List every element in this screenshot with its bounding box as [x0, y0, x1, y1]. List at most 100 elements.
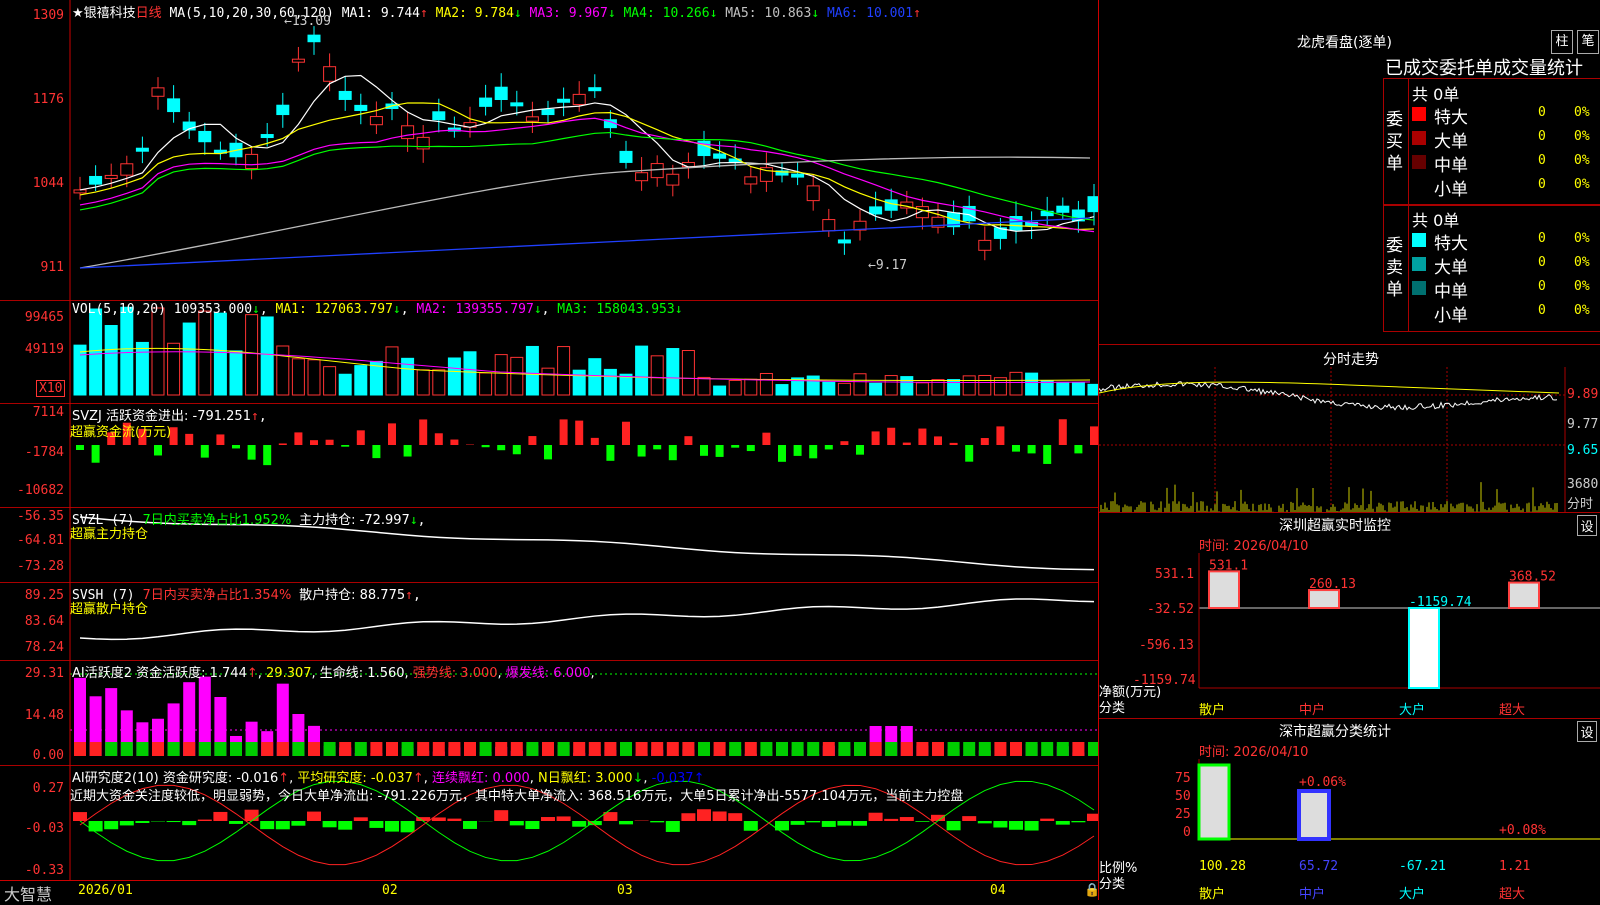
research-bar [182, 821, 196, 825]
ai-research-pane[interactable]: AI研究度2(10) 资金研究度: -0.016↑, 平均研究度: -0.037… [0, 765, 1098, 880]
kline-header: ★银禧科技日线 MA(5,10,20,30,60,120) MA1: 9.744… [72, 2, 921, 21]
research-bar [541, 817, 555, 821]
flow-bar [388, 423, 396, 445]
volume-bar [885, 376, 897, 395]
y-label: 1044 [0, 176, 64, 191]
candle [511, 103, 523, 106]
candle [745, 177, 757, 184]
fenshi-panel[interactable]: 分时走势 9.89 9.77 9.65 3680 分时 [1099, 344, 1600, 513]
flow-bar [606, 445, 614, 461]
order-type: 小单 [1434, 301, 1468, 326]
flow-bar [1059, 419, 1067, 445]
flow-bar [76, 445, 84, 450]
flow-bar [497, 445, 505, 450]
research-bar [915, 821, 929, 822]
volume-bar [417, 370, 429, 395]
research-bar [822, 821, 836, 827]
order-pct: 0% [1574, 303, 1590, 318]
flow-bar [1074, 445, 1082, 453]
flow-bar [716, 445, 724, 457]
activity-bar [573, 742, 585, 756]
activity-bar [448, 742, 460, 756]
research-bar [229, 821, 243, 824]
cat-label: 散户 [1199, 883, 1225, 902]
y-label: -596.13 [1139, 638, 1194, 653]
flow-bar [825, 445, 833, 449]
research-bar [494, 810, 508, 821]
tick-mode-button[interactable]: 笔 [1577, 30, 1599, 54]
research-bar [619, 821, 633, 824]
bar-value: 260.13 [1309, 577, 1356, 592]
flow-bar [216, 434, 224, 445]
volume-bar [230, 351, 242, 395]
order-count: 0 [1538, 279, 1546, 294]
flow-bar [1090, 426, 1098, 445]
activity-bar [542, 742, 554, 756]
activity-bar [916, 742, 928, 756]
activity-bar [1057, 742, 1069, 756]
research-bar [323, 821, 337, 827]
volume-bar [1010, 372, 1022, 395]
candle [324, 67, 336, 82]
ai-activity-pane[interactable]: AI活跃度2 资金活跃度: 1.744↑, 29.307, 生命线: 1.560… [0, 660, 1098, 766]
svzj-subtitle: 超赢资金流(万元) [70, 421, 171, 440]
activity-bar [136, 742, 148, 756]
order-type: 大单 [1434, 127, 1468, 152]
sz-monitor[interactable]: 深圳超赢实时监控 设 时间: 2026/04/10 531.1260.13-11… [1099, 512, 1600, 719]
research-bar [837, 821, 851, 826]
activity-bar [480, 742, 492, 756]
volume-bar [604, 369, 616, 395]
flow-bar [357, 430, 365, 445]
volume-bar [199, 311, 211, 395]
activity-bar [74, 742, 86, 756]
activity-bar [558, 742, 570, 756]
activity-bar [261, 742, 273, 756]
research-bar [245, 810, 259, 821]
research-bar [385, 821, 399, 832]
high-mark: ←13.09 [284, 14, 331, 29]
low-mark: ←9.17 [868, 258, 907, 273]
axis-label: 分类 [1099, 873, 1125, 892]
vol-unit[interactable]: X10 [36, 380, 65, 397]
svzj-pane[interactable]: SVZJ 活跃资金进出: -791.251↑, 超赢资金流(万元) 7114 -… [0, 403, 1098, 508]
research-bar [104, 821, 118, 829]
legend-swatch [1412, 107, 1426, 121]
y-label: 9.65 [1567, 443, 1598, 458]
volume-bar [74, 345, 86, 395]
volume-bar [292, 359, 304, 395]
sm-stats[interactable]: 深市超赢分类统计 设 时间: 2026/04/10 75 50 25 0 +0.… [1099, 718, 1600, 901]
candle [74, 190, 86, 193]
ai-activity-header: AI活跃度2 资金活跃度: 1.744↑, 29.307, 生命线: 1.560… [72, 662, 595, 681]
y-label: -10682 [0, 483, 64, 498]
candle [402, 126, 414, 139]
research-bar [354, 817, 368, 821]
chart-area[interactable]: ★银禧科技日线 MA(5,10,20,30,60,120) MA1: 9.744… [0, 0, 1099, 900]
lock-icon[interactable]: 🔒 [1084, 883, 1100, 898]
research-bar [978, 821, 992, 823]
flow-bar [310, 440, 318, 445]
ai-research-header: AI研究度2(10) 资金研究度: -0.016↑, 平均研究度: -0.037… [72, 767, 704, 786]
svsh-pane[interactable]: SVSH (7) 7日内买卖净占比1.354% 散户持仓: 88.775↑, 超… [0, 582, 1098, 661]
activity-bar [651, 742, 663, 756]
volume-bar [324, 367, 336, 395]
volume-pane[interactable]: VOL(5,10,20) 109353.000↓, MA1: 127063.79… [0, 300, 1098, 404]
y-label: 911 [0, 260, 64, 275]
activity-bar [214, 742, 226, 756]
order-type: 特大 [1434, 103, 1468, 128]
intraday-chart[interactable] [1099, 345, 1600, 513]
svzl-pane[interactable]: SVZL (7) 7日内买卖净占比1.952% 主力持仓: -72.997↓, … [0, 507, 1098, 583]
flow-bar [934, 436, 942, 445]
flow-bar [778, 445, 786, 462]
volume-bar [589, 359, 601, 395]
activity-bar [90, 742, 102, 756]
research-bar [666, 821, 680, 832]
kline-pane[interactable]: ★银禧科技日线 MA(5,10,20,30,60,120) MA1: 9.744… [0, 0, 1098, 301]
kline-chart[interactable] [0, 0, 1098, 300]
activity-bar [402, 742, 414, 756]
volume-bar [729, 380, 741, 395]
bar-mode-button[interactable]: 柱 [1551, 30, 1573, 54]
activity-bar [199, 742, 211, 756]
volume-bar [136, 342, 148, 395]
flow-bar [840, 441, 848, 445]
activity-bar [1026, 742, 1038, 756]
